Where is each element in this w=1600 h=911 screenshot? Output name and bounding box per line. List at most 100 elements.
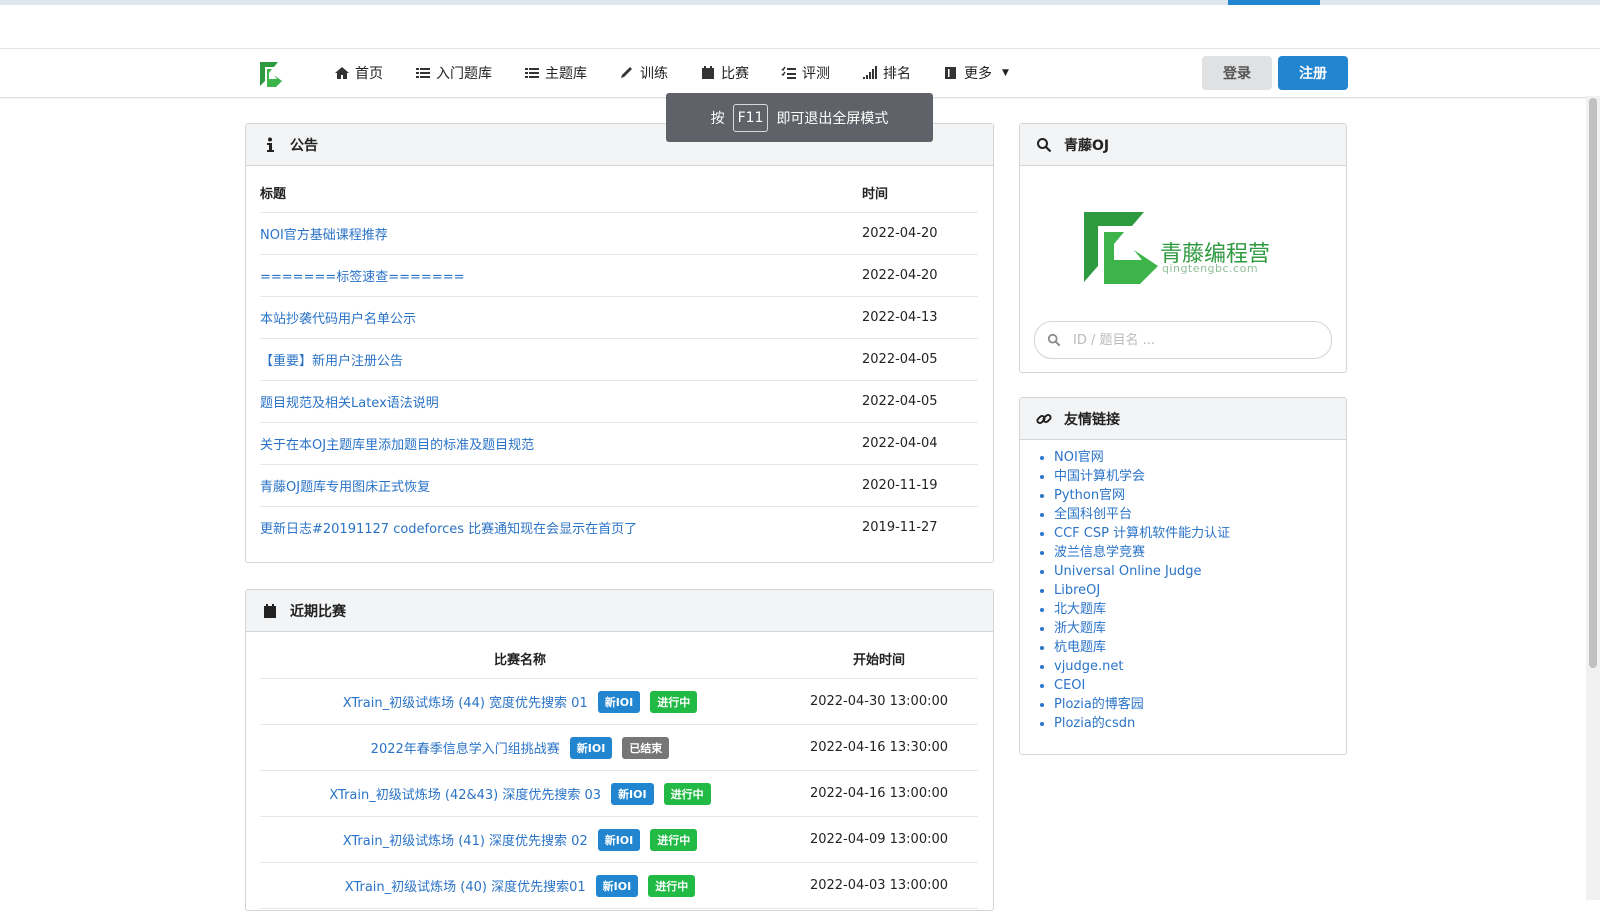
list-item: Plozia的博客园 xyxy=(1054,695,1230,714)
table-row: XTrain_初级试炼场 (42&43) 深度优先搜索 03 新IOI 进行中 202… xyxy=(260,771,978,817)
friend-link[interactable]: 杭电题库 xyxy=(1054,640,1106,655)
announcements-table: 标题 时间 NOI官方基础课程推荐 2022-04-20 =======标签速查==… xyxy=(260,172,978,548)
friend-links-panel: 友情链接 NOI官网中国计算机学会 Python官网全国科创平台 CCF CSP 计… xyxy=(1019,397,1347,755)
friend-link[interactable]: 全国科创平台 xyxy=(1054,507,1132,522)
search-icon xyxy=(1047,333,1061,347)
contest-status-badge: 进行中 xyxy=(650,828,698,851)
calendar-icon xyxy=(702,66,714,79)
link-icon xyxy=(1036,413,1052,424)
nav-intro-problems[interactable]: 入门题库 xyxy=(399,49,508,97)
list-item: 中国计算机学会 xyxy=(1054,467,1230,486)
announcement-date: 2020-11-19 xyxy=(862,478,938,493)
list-item: 杭电题库 xyxy=(1054,638,1230,657)
friend-link[interactable]: CEOI xyxy=(1054,678,1085,693)
problem-search-input[interactable] xyxy=(1071,331,1315,349)
table-row: 题目规范及相关Latex语法说明 2022-04-05 xyxy=(260,381,978,423)
contest-status-badge: 已结束 xyxy=(622,736,670,759)
friend-link[interactable]: LibreOJ xyxy=(1054,583,1100,598)
table-row: 本站抄袭代码用户名单公示 2022-04-13 xyxy=(260,297,978,339)
scrollbar-thumb[interactable] xyxy=(1589,98,1597,668)
nav-training[interactable]: 训练 xyxy=(603,49,684,97)
friend-link[interactable]: NOI官网 xyxy=(1054,450,1104,465)
contest-type-badge: 新IOI xyxy=(569,736,613,759)
contest-status-badge: 进行中 xyxy=(663,782,711,805)
table-row: NOI官方基础课程推荐 2022-04-20 xyxy=(260,213,978,255)
table-row: XTrain_初级试炼场 (44) 宽度优先搜索 01 新IOI 进行中 2022-0… xyxy=(260,679,978,725)
friend-links-header: 友情链接 xyxy=(1020,398,1346,440)
table-header: 标题 时间 xyxy=(260,172,978,213)
login-button[interactable]: 登录 xyxy=(1202,56,1272,90)
friend-link[interactable]: 波兰信息学竞赛 xyxy=(1054,545,1145,560)
page-scrollbar[interactable] xyxy=(1586,96,1600,900)
table-row: =======标签速查======= 2022-04-20 xyxy=(260,255,978,297)
tasks-icon xyxy=(781,66,796,79)
col-name-header: 比赛名称 xyxy=(493,652,546,668)
recent-contests-header: 近期比赛 xyxy=(246,590,993,632)
contest-type-badge: 新IOI xyxy=(611,782,654,805)
contest-link[interactable]: 2022年春季信息学入门组挑战赛 xyxy=(371,738,560,757)
announcement-link[interactable]: 本站抄袭代码用户名单公示 xyxy=(260,312,416,327)
oj-panel-header: 青藤OJ xyxy=(1020,124,1346,166)
announcement-link[interactable]: 青藤OJ题库专用图床正式恢复 xyxy=(260,480,430,495)
friend-link[interactable]: 北大题库 xyxy=(1054,602,1106,617)
list-icon xyxy=(525,68,539,78)
list-icon xyxy=(416,68,430,78)
friend-link[interactable]: 浙大题库 xyxy=(1054,621,1106,636)
col-time-header: 时间 xyxy=(862,186,889,202)
friend-link[interactable]: Python官网 xyxy=(1054,488,1125,503)
list-item: vjudge.net xyxy=(1054,657,1230,676)
announcement-link[interactable]: 更新日志#20191127 codeforces 比赛通知现在会显示在首页了 xyxy=(260,522,637,537)
announcement-date: 2022-04-20 xyxy=(862,268,938,283)
friend-link[interactable]: Plozia的csdn xyxy=(1054,716,1135,731)
list-item: 浙大题库 xyxy=(1054,619,1230,638)
nav-ranking[interactable]: 排名 xyxy=(846,49,927,97)
announcement-link[interactable]: 【重要】新用户注册公告 xyxy=(260,354,403,369)
nav-home[interactable]: 首页 xyxy=(318,49,399,97)
announcement-date: 2022-04-13 xyxy=(862,310,938,325)
recent-contests-panel: 近期比赛 比赛名称 开始时间 XTrain_初级试炼场 (44) 宽度优先搜索 … xyxy=(245,589,994,911)
col-title-header: 标题 xyxy=(260,186,287,202)
contest-start-time: 2022-04-03 13:00:00 xyxy=(809,878,949,893)
nav-main-problems[interactable]: 主题库 xyxy=(508,49,603,97)
info-icon xyxy=(267,137,274,152)
table-row: 青藤OJ题库专用图床正式恢复 2020-11-19 xyxy=(260,465,978,507)
announcements-panel: 公告 标题 时间 NOI官方基础课程推荐 2022-04-20 =======标签速… xyxy=(245,123,994,563)
list-item: 波兰信息学竞赛 xyxy=(1054,543,1230,562)
contest-start-time: 2022-04-16 13:00:00 xyxy=(809,786,949,801)
list-item: Python官网 xyxy=(1054,486,1230,505)
contest-status-badge: 进行中 xyxy=(650,690,698,713)
nav-judge[interactable]: 评测 xyxy=(765,49,846,97)
announcement-date: 2019-11-27 xyxy=(862,520,938,535)
table-row: 关于在本OJ主题库里添加题目的标准及题目规范 2022-04-04 xyxy=(260,423,978,465)
friend-link[interactable]: Plozia的博客园 xyxy=(1054,697,1144,712)
nav-contests[interactable]: 比赛 xyxy=(684,49,765,97)
register-button[interactable]: 注册 xyxy=(1278,56,1348,90)
table-row: 2022年春季信息学入门组挑战赛 新IOI 已结束 2022-04-16 13:30:… xyxy=(260,725,978,771)
friend-link[interactable]: CCF CSP 计算机软件能力认证 xyxy=(1054,526,1230,541)
table-row: XTrain_初级试炼场 (41) 深度优先搜索 02 新IOI 进行中 2022-0… xyxy=(260,817,978,863)
announcement-link[interactable]: NOI官方基础课程推荐 xyxy=(260,228,388,243)
contest-start-time: 2022-04-30 13:00:00 xyxy=(809,694,949,709)
loading-progress xyxy=(1228,0,1320,5)
contest-link[interactable]: XTrain_初级试炼场 (44) 宽度优先搜索 01 xyxy=(343,692,588,711)
contest-link[interactable]: XTrain_初级试炼场 (40) 深度优先搜索01 xyxy=(345,876,586,895)
contest-link[interactable]: XTrain_初级试炼场 (42&43) 深度优先搜索 03 xyxy=(329,784,601,803)
brand-url: qingtengbc.com xyxy=(1162,262,1259,275)
contest-type-badge: 新IOI xyxy=(597,828,641,851)
book-icon xyxy=(945,67,956,79)
announcement-link[interactable]: 题目规范及相关Latex语法说明 xyxy=(260,396,439,411)
friend-link[interactable]: vjudge.net xyxy=(1054,659,1124,674)
friend-link[interactable]: Universal Online Judge xyxy=(1054,564,1202,579)
table-row: 【重要】新用户注册公告 2022-04-05 xyxy=(260,339,978,381)
list-item: 全国科创平台 xyxy=(1054,505,1230,524)
announcement-link[interactable]: =======标签速查======= xyxy=(260,270,465,285)
announcement-link[interactable]: 关于在本OJ主题库里添加题目的标准及题目规范 xyxy=(260,438,534,453)
friend-link[interactable]: 中国计算机学会 xyxy=(1054,469,1145,484)
contest-link[interactable]: XTrain_初级试炼场 (41) 深度优先搜索 02 xyxy=(343,830,588,849)
nav-more[interactable]: 更多 ▼ xyxy=(927,49,1025,97)
announcement-date: 2022-04-20 xyxy=(862,226,938,241)
announcement-date: 2022-04-05 xyxy=(862,394,938,409)
site-logo-icon[interactable] xyxy=(256,59,286,89)
pencil-icon xyxy=(621,67,632,78)
table-row: 更新日志#20191127 codeforces 比赛通知现在会显示在首页了 20… xyxy=(260,507,978,548)
